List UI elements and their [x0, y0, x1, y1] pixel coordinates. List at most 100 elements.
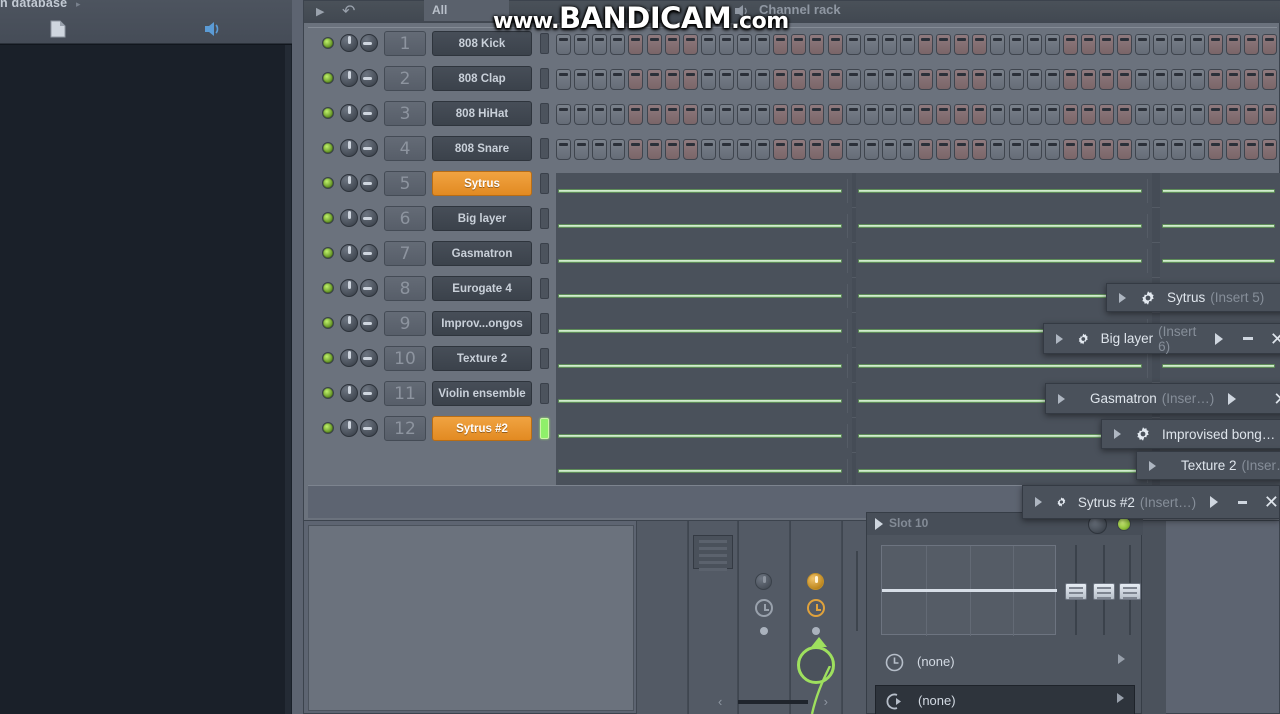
step-button[interactable] [863, 69, 879, 90]
channel-mute-led[interactable] [322, 177, 334, 189]
step-button[interactable] [1153, 104, 1169, 125]
step-button[interactable] [918, 139, 933, 160]
note-bar[interactable] [858, 364, 1142, 368]
step-button[interactable] [1026, 34, 1042, 55]
channel-volume-knob[interactable] [360, 419, 378, 437]
step-button[interactable] [845, 34, 861, 55]
step-button[interactable] [1171, 34, 1187, 55]
step-button[interactable] [592, 34, 608, 55]
chevron-right-icon[interactable] [1118, 654, 1125, 664]
pattern-clip[interactable] [856, 453, 1152, 486]
step-button[interactable] [646, 69, 662, 90]
step-button[interactable] [936, 139, 952, 160]
mixer-track-slot[interactable] [693, 535, 733, 571]
step-button[interactable] [1153, 34, 1169, 55]
channel-mute-led[interactable] [322, 107, 334, 119]
mixer-track-dot[interactable] [812, 627, 820, 635]
plugin-window[interactable]: Texture 2 (Inser…) [1136, 451, 1280, 480]
step-button[interactable] [1008, 34, 1024, 55]
eq-display[interactable] [881, 545, 1057, 636]
step-button[interactable] [574, 69, 590, 90]
step-button[interactable] [664, 139, 680, 160]
channel-volume-knob[interactable] [360, 384, 378, 402]
pattern-clip[interactable] [556, 348, 852, 383]
step-button[interactable] [1008, 104, 1024, 125]
step-button[interactable] [936, 69, 952, 90]
step-button[interactable] [954, 69, 970, 90]
step-button[interactable] [628, 69, 644, 90]
step-row[interactable] [556, 98, 1280, 129]
note-bar[interactable] [1162, 189, 1275, 193]
document-icon[interactable] [50, 20, 66, 38]
scrollbar-thumb[interactable] [738, 700, 808, 704]
close-icon[interactable]: ✕ [1270, 330, 1280, 348]
mixer-track[interactable] [636, 521, 688, 714]
step-button[interactable] [718, 34, 734, 55]
step-button[interactable] [574, 139, 590, 160]
channel-name-button[interactable]: Improv...ongos [432, 311, 532, 336]
pattern-clip[interactable] [856, 208, 1152, 243]
channel-name-button[interactable]: 808 Clap [432, 66, 532, 91]
plugin-next-icon[interactable] [1214, 332, 1223, 345]
step-button[interactable] [773, 34, 789, 55]
channel-number[interactable]: 9 [384, 311, 426, 336]
step-button[interactable] [773, 104, 789, 125]
step-button[interactable] [1099, 34, 1114, 55]
channel-volume-knob[interactable] [360, 104, 378, 122]
pattern-clip[interactable] [556, 313, 852, 348]
plugin-window[interactable]: Sytrus #2 (Insert…) ✕ [1022, 485, 1280, 519]
step-button[interactable] [791, 104, 807, 125]
step-button[interactable] [1135, 34, 1151, 55]
step-button[interactable] [755, 104, 771, 125]
step-button[interactable] [1189, 104, 1205, 125]
play-icon[interactable]: ▶ [316, 5, 324, 18]
channel-mute-led[interactable] [322, 422, 334, 434]
channel-level-bar[interactable] [540, 103, 549, 124]
channel-level-bar[interactable] [540, 348, 549, 369]
channel-level-bar[interactable] [540, 243, 549, 264]
step-button[interactable] [809, 34, 825, 55]
piano-roll-lane[interactable] [556, 243, 1280, 278]
note-bar[interactable] [558, 294, 842, 298]
channel-number[interactable]: 12 [384, 416, 426, 441]
channel-pan-knob[interactable] [340, 139, 358, 157]
step-button[interactable] [972, 69, 988, 90]
plugin-window-titlebar[interactable]: Texture 2 (Inser…) [1137, 452, 1280, 479]
step-button[interactable] [845, 69, 861, 90]
step-button[interactable] [899, 139, 915, 160]
step-button[interactable] [755, 69, 771, 90]
step-button[interactable] [1153, 69, 1169, 90]
step-button[interactable] [737, 139, 752, 160]
mixer-fader-track[interactable] [856, 551, 858, 631]
step-button[interactable] [809, 69, 825, 90]
pattern-clip[interactable] [556, 418, 852, 453]
step-button[interactable] [972, 139, 988, 160]
note-bar[interactable] [558, 224, 842, 228]
step-button[interactable] [1225, 139, 1241, 160]
note-bar[interactable] [858, 294, 1142, 298]
step-button[interactable] [700, 139, 716, 160]
channel-name-button[interactable]: Eurogate 4 [432, 276, 532, 301]
channel-volume-knob[interactable] [360, 349, 378, 367]
step-button[interactable] [990, 34, 1006, 55]
note-bar[interactable] [558, 469, 842, 473]
note-bar[interactable] [558, 189, 842, 193]
step-button[interactable] [1243, 69, 1259, 90]
step-button[interactable] [682, 69, 698, 90]
gear-icon[interactable] [1140, 290, 1156, 306]
channel-number[interactable]: 2 [384, 66, 426, 91]
channel-name-button[interactable]: Sytrus #2 [432, 416, 532, 441]
effect-enable-led[interactable] [1117, 517, 1131, 531]
step-button[interactable] [1044, 139, 1060, 160]
step-button[interactable] [773, 69, 789, 90]
channel-name-button[interactable]: Sytrus [432, 171, 532, 196]
note-bar[interactable] [558, 434, 842, 438]
step-button[interactable] [773, 139, 789, 160]
plugin-window-titlebar[interactable]: Sytrus #2 (Insert…) ✕ [1023, 486, 1279, 518]
step-button[interactable] [990, 139, 1006, 160]
step-button[interactable] [700, 69, 716, 90]
step-button[interactable] [1261, 69, 1277, 90]
note-bar[interactable] [558, 329, 842, 333]
step-button[interactable] [809, 139, 825, 160]
speaker-icon[interactable] [203, 20, 222, 38]
